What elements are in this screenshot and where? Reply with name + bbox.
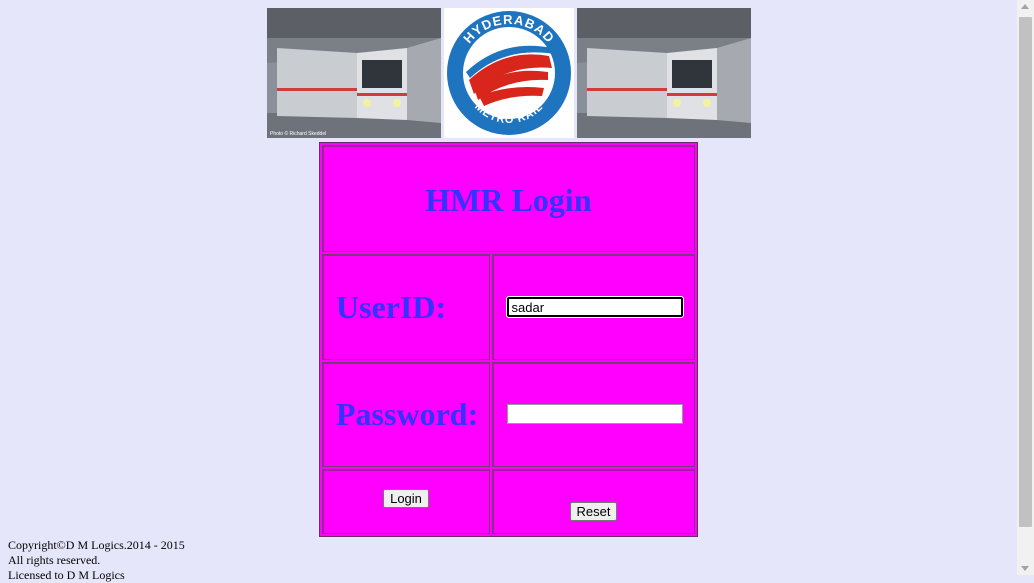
scrollbar-thumb[interactable] bbox=[1019, 17, 1032, 527]
password-label-cell: Password: bbox=[322, 361, 490, 468]
scroll-up-arrow-icon[interactable] bbox=[1021, 4, 1029, 9]
metro-train-image-left: Photo © Richard Skeddel bbox=[267, 8, 441, 138]
license-text: Licensed to D M Logics bbox=[8, 568, 125, 582]
hyderabad-metro-rail-logo: HYDERABAD METRO RAIL bbox=[444, 8, 574, 138]
userid-label: UserID: bbox=[336, 288, 447, 325]
userid-input-cell bbox=[492, 254, 695, 360]
reset-button[interactable]: Reset bbox=[569, 502, 618, 521]
password-label: Password: bbox=[336, 395, 479, 432]
password-input-cell bbox=[492, 361, 695, 468]
scroll-down-arrow-icon[interactable] bbox=[1021, 566, 1029, 571]
login-form-table: HMR Login UserID: Password: Login Reset bbox=[319, 142, 698, 537]
userid-input[interactable] bbox=[505, 296, 684, 319]
page-title: HMR Login bbox=[425, 182, 592, 219]
photo-credit: Photo © Richard Skeddel bbox=[270, 130, 326, 137]
copyright-text: Copyright©D M Logics.2014 - 2015 bbox=[8, 538, 185, 552]
reset-button-cell: Reset bbox=[492, 469, 695, 534]
rights-text: All rights reserved. bbox=[8, 553, 101, 567]
metro-train-image-right bbox=[577, 8, 751, 138]
login-button[interactable]: Login bbox=[383, 489, 429, 509]
header-banner: Photo © Richard Skeddel HYDERABAD METRO … bbox=[267, 8, 751, 138]
password-input[interactable] bbox=[506, 404, 683, 425]
title-cell: HMR Login bbox=[322, 145, 695, 253]
vertical-scrollbar[interactable] bbox=[1017, 0, 1034, 575]
login-button-cell: Login bbox=[322, 469, 490, 534]
footer: Copyright©D M Logics.2014 - 2015 All rig… bbox=[8, 538, 185, 583]
userid-label-cell: UserID: bbox=[322, 254, 490, 360]
